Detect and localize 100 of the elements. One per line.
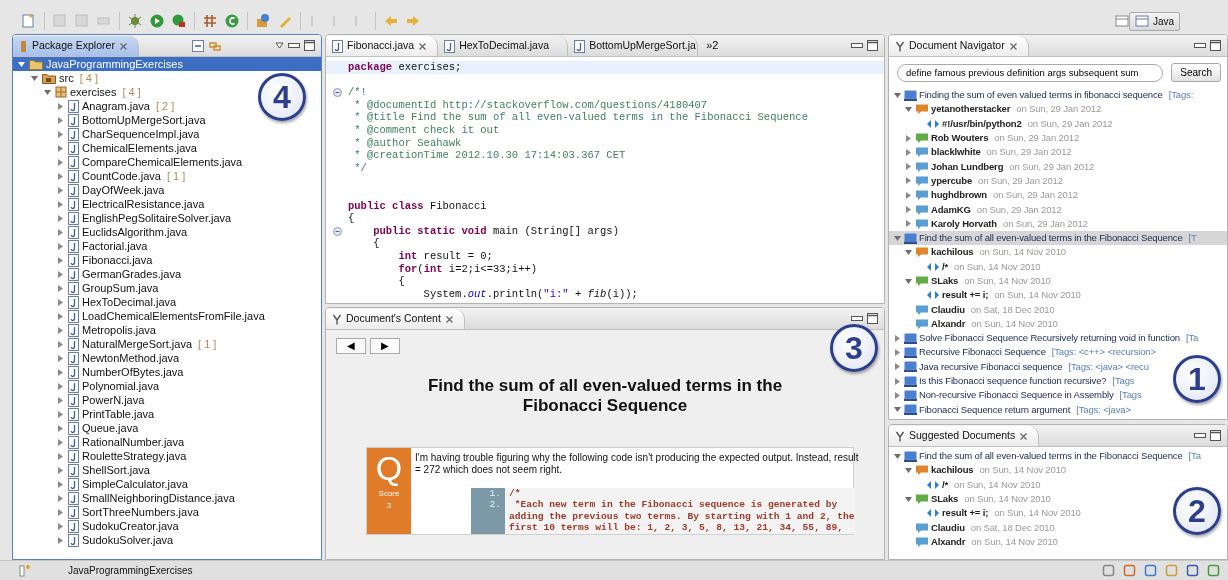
tree-row[interactable]: yetanotherstacker on Sun, 29 Jan 2012 — [889, 102, 1106, 117]
expand-arrow-icon[interactable] — [56, 185, 65, 195]
tree-row[interactable]: Karoly Horvath on Sun, 29 Jan 2012 — [889, 216, 1092, 231]
expand-arrow-icon[interactable] — [56, 451, 65, 461]
bookmark-icon[interactable] — [1123, 564, 1136, 577]
expand-arrow-icon[interactable] — [56, 157, 65, 167]
tab-overflow-count[interactable]: »2 — [706, 37, 719, 54]
expand-arrow-icon[interactable] — [904, 162, 913, 172]
tree-row[interactable]: Claudiu on Sat, 18 Dec 2010 — [889, 520, 1059, 535]
collapse-arrow-icon[interactable] — [893, 451, 902, 461]
tree-row[interactable]: LoadChemicalElementsFromFile.java — [13, 309, 269, 323]
tree-row[interactable]: Find the sum of all even-valued terms in the Fibonacci Sequence [T — [889, 230, 1227, 246]
expand-arrow-icon[interactable] — [56, 339, 65, 349]
view-menu-icon[interactable] — [275, 42, 284, 49]
search-field[interactable]: define famous previous definition args subsequent sum — [897, 63, 1164, 82]
collapse-arrow-icon[interactable] — [904, 247, 913, 257]
tree-row[interactable]: AdamKG on Sun, 29 Jan 2012 — [889, 202, 1066, 217]
tree-row[interactable]: SudokuCreator.java — [13, 519, 183, 533]
search-button[interactable]: Search — [1171, 63, 1221, 82]
expand-arrow-icon[interactable] — [56, 171, 65, 181]
expand-arrow-icon[interactable] — [56, 409, 65, 419]
expand-arrow-icon[interactable] — [56, 227, 65, 237]
expand-arrow-icon[interactable] — [56, 353, 65, 363]
tree-row[interactable]: Metropolis.java — [13, 323, 160, 337]
tree-row[interactable]: Fibonacci.java — [13, 253, 157, 267]
tree-row[interactable]: Is this Fibonacci sequence function recursive? [Tags — [889, 373, 1139, 389]
tree-row[interactable]: EnglishPegSolitaireSolver.java — [13, 211, 236, 225]
open-perspective-icon[interactable] — [1114, 15, 1129, 27]
expand-arrow-icon[interactable] — [56, 311, 65, 321]
collapse-arrow-icon[interactable] — [904, 276, 913, 286]
tree-row[interactable]: /* on Sun, 14 Nov 2010 — [889, 259, 1045, 274]
tree-row[interactable]: Recursive Fibonacci Sequence [Tags: <c++> <recursion> — [889, 345, 1160, 360]
editor-tab[interactable]: Fibonacci.java — [326, 36, 439, 56]
tree-row[interactable]: JavaProgrammingExercises — [13, 57, 321, 71]
expand-arrow-icon[interactable] — [56, 395, 65, 405]
expand-arrow-icon[interactable] — [56, 437, 65, 447]
bug-icon[interactable] — [127, 13, 143, 29]
editor-tab[interactable]: HexToDecimal.java — [438, 36, 569, 56]
tree-row[interactable]: HexToDecimal.java — [13, 295, 181, 309]
expand-arrow-icon[interactable] — [56, 143, 65, 153]
minimize-icon[interactable] — [851, 315, 863, 322]
fold-icon[interactable] — [332, 88, 342, 97]
tree-row[interactable]: GermanGrades.java — [13, 267, 186, 281]
tree-row[interactable]: GroupSum.java — [13, 281, 163, 295]
expand-arrow-icon[interactable] — [893, 333, 902, 343]
perspective-button[interactable]: Java — [1128, 11, 1180, 31]
expand-arrow-icon[interactable] — [56, 115, 65, 125]
tree-row[interactable]: #!/usr/bin/python2 on Sun, 29 Jan 2012 — [889, 116, 1117, 131]
collapse-arrow-icon[interactable] — [17, 59, 26, 69]
tree-row[interactable]: Factorial.java — [13, 239, 152, 253]
tree-row[interactable]: ypercube on Sun, 29 Jan 2012 — [889, 173, 1067, 189]
tree-row[interactable]: DayOfWeek.java — [13, 183, 169, 197]
tree-row[interactable]: Polynomial.java — [13, 379, 164, 393]
tree-row[interactable]: ElectricalResistance.java — [13, 197, 209, 211]
tree-row[interactable]: Java recursive Fibonacci sequence [Tags: <java> <recu — [889, 359, 1153, 374]
tree-row[interactable]: SudokuSolver.java — [13, 533, 178, 547]
close-icon[interactable] — [418, 41, 428, 51]
tree-row[interactable]: SmallNeighboringDistance.java — [13, 491, 239, 505]
tree-row[interactable]: CharSequenceImpl.java — [13, 127, 204, 141]
tree-row[interactable]: EuclidsAlgorithm.java — [13, 225, 192, 239]
tree-row[interactable]: blacklwhite on Sun, 29 Jan 2012 — [889, 145, 1076, 160]
expand-arrow-icon[interactable] — [56, 297, 65, 307]
tree-row[interactable]: result += i; on Sun, 14 Nov 2010 — [889, 506, 1085, 521]
expand-arrow-icon[interactable] — [56, 381, 65, 391]
expand-arrow-icon[interactable] — [56, 255, 65, 265]
expand-arrow-icon[interactable] — [56, 465, 65, 475]
nav-button[interactable]: ◀ — [336, 338, 366, 354]
monitor-icon[interactable] — [1186, 564, 1199, 577]
run-tool-icon[interactable] — [171, 13, 187, 29]
nav-button[interactable]: ▶ — [370, 338, 400, 354]
tree-row[interactable]: kachilous on Sun, 14 Nov 2010 — [889, 463, 1070, 478]
close-icon[interactable] — [118, 41, 128, 51]
collapse-arrow-icon[interactable] — [904, 494, 913, 504]
tasks-icon[interactable] — [1207, 564, 1220, 577]
collapse-arrow-icon[interactable] — [904, 465, 913, 475]
new-file-icon[interactable] — [21, 13, 37, 29]
class-icon[interactable] — [224, 13, 240, 29]
expand-arrow-icon[interactable] — [893, 348, 902, 357]
expand-arrow-icon[interactable] — [904, 219, 913, 229]
close-icon[interactable] — [1019, 431, 1029, 441]
expand-arrow-icon[interactable] — [904, 176, 913, 186]
expand-arrow-icon[interactable] — [56, 241, 65, 251]
open-type-icon[interactable] — [255, 13, 271, 29]
collapse-arrow-icon[interactable] — [893, 233, 902, 243]
expand-arrow-icon[interactable] — [56, 283, 65, 293]
expand-arrow-icon[interactable] — [56, 521, 65, 531]
tree-row[interactable]: CompareChemicalElements.java — [13, 155, 247, 169]
collapse-arrow-icon[interactable] — [904, 104, 913, 114]
tree-row[interactable]: SimpleCalculator.java — [13, 477, 192, 491]
expand-arrow-icon[interactable] — [56, 493, 65, 503]
tree-row[interactable]: NumberOfBytes.java — [13, 365, 188, 379]
tree-row[interactable]: NaturalMergeSort.java [ 1 ] — [13, 337, 221, 351]
expand-arrow-icon[interactable] — [56, 423, 65, 433]
expand-arrow-icon[interactable] — [56, 479, 65, 489]
close-icon[interactable] — [1008, 41, 1018, 51]
expand-arrow-icon[interactable] — [904, 133, 913, 143]
tree-row[interactable]: Claudiu on Sat, 18 Dec 2010 — [889, 302, 1059, 317]
tree-row[interactable]: hughdbrown on Sun, 29 Jan 2012 — [889, 188, 1082, 203]
fast-view-icon[interactable] — [18, 563, 32, 578]
tree-row[interactable]: PrintTable.java — [13, 407, 159, 421]
